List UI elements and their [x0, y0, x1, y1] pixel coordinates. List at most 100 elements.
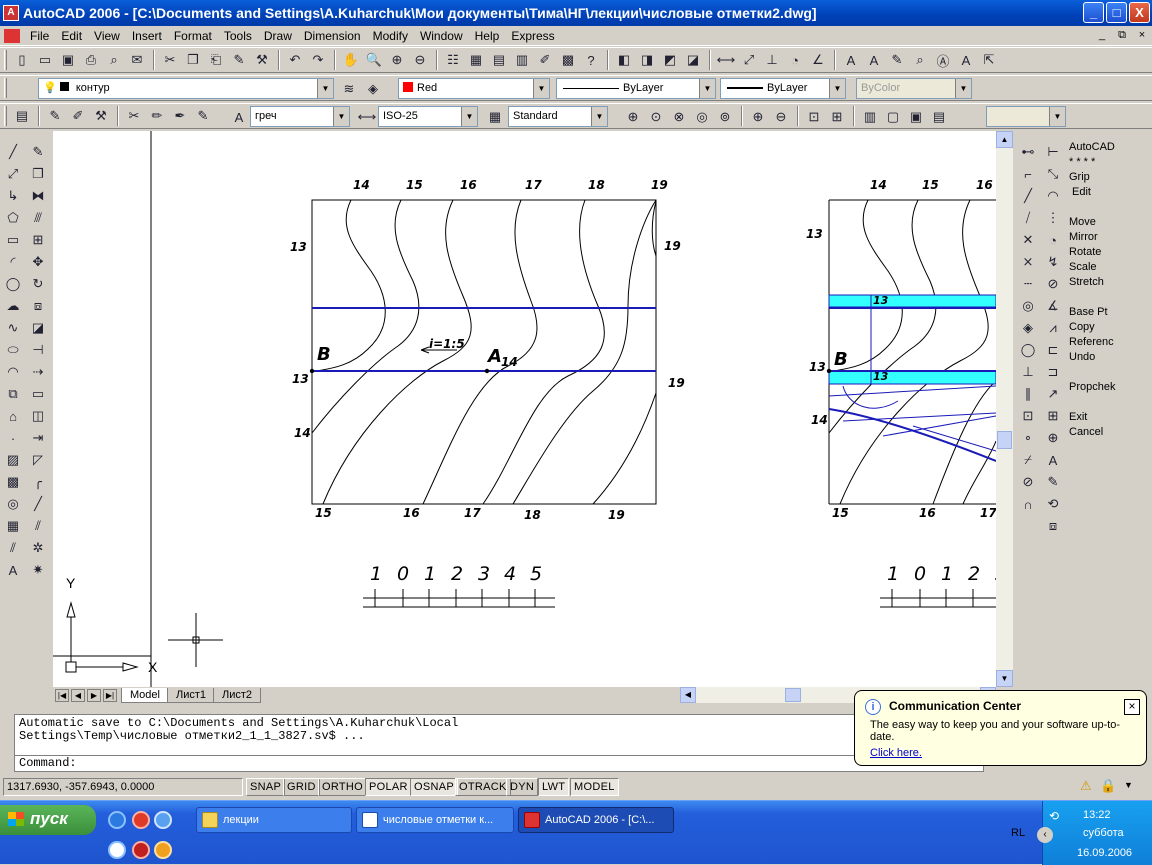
taskbar-item-autocad[interactable]: AutoCAD 2006 - [C:\...	[518, 807, 674, 833]
snap-from-icon[interactable]: ⌐	[1017, 163, 1039, 185]
dim-aligned-v-icon[interactable]: ⤡	[1042, 163, 1064, 185]
screen-menu-item[interactable]: AutoCAD	[1066, 140, 1152, 155]
dim-text-edit-icon[interactable]: ✎	[1042, 471, 1064, 493]
zoom-object-icon[interactable]: ⊚	[714, 106, 736, 128]
properties-icon[interactable]: ☷	[442, 49, 464, 71]
quick-leader-icon[interactable]: ↗	[1042, 383, 1064, 405]
chamfer-icon[interactable]: ◸	[27, 449, 49, 471]
network-icon[interactable]: ⟲	[1049, 809, 1059, 823]
dim-ordinate-v-icon[interactable]: ⋮	[1042, 207, 1064, 229]
menu-insert[interactable]: Insert	[126, 29, 168, 43]
snap-center-icon[interactable]: ◎	[1017, 295, 1039, 317]
screen-menu-item[interactable]: Mirror	[1066, 230, 1152, 245]
line2-icon[interactable]: ╱	[27, 493, 49, 515]
make-current-layer-icon[interactable]: ≋	[338, 78, 360, 100]
grid-toggle[interactable]: GRID	[283, 778, 320, 796]
rectangle-icon[interactable]: ▭	[2, 229, 24, 251]
mtext-draw-icon[interactable]: A	[2, 559, 24, 581]
screen-menu-item[interactable]: Undo	[1066, 350, 1152, 365]
join-icon[interactable]: ⇥	[27, 427, 49, 449]
menu-edit[interactable]: Edit	[55, 29, 88, 43]
tool-a-icon[interactable]: ✂	[123, 105, 145, 127]
dim-style-manager-icon[interactable]: ⟷	[356, 106, 378, 128]
tool-palettes-icon[interactable]: ▤	[488, 49, 510, 71]
preview-icon[interactable]: ⌕	[103, 49, 125, 71]
scale-icon[interactable]: ⧈	[27, 295, 49, 317]
text-icon[interactable]: A	[840, 49, 862, 71]
status-menu-chevron-icon[interactable]: ▼	[1124, 780, 1133, 790]
menu-file[interactable]: File	[24, 29, 55, 43]
save-icon[interactable]: ▣	[57, 49, 79, 71]
mtext-icon[interactable]: A	[863, 49, 885, 71]
text-style-dropdown[interactable]: греч ▼	[250, 106, 350, 127]
erase-icon[interactable]: ✎	[27, 141, 49, 163]
edit-text-icon[interactable]: ✎	[886, 49, 908, 71]
explode-icon[interactable]: ✲	[27, 537, 49, 559]
ellipse-arc-icon[interactable]: ◠	[2, 361, 24, 383]
array-icon[interactable]: ⊞	[27, 229, 49, 251]
zoom-window-icon[interactable]: ⊕	[386, 49, 408, 71]
mirror-icon[interactable]: ⧓	[27, 185, 49, 207]
screen-menu-item[interactable]: Scale	[1066, 260, 1152, 275]
undo-icon[interactable]: ↶	[284, 49, 306, 71]
balloon-link[interactable]: Click here.	[870, 747, 1136, 759]
zoom-all-icon[interactable]: ⊡	[803, 106, 825, 128]
copy-icon[interactable]: ❐	[182, 49, 204, 71]
screen-menu-item[interactable]: Base Pt	[1066, 305, 1152, 320]
last-tab-icon[interactable]: ▶|	[103, 688, 117, 702]
dim-radius-v-icon[interactable]: ◔	[1042, 229, 1064, 251]
doc-minimize-icon[interactable]: _	[1094, 28, 1110, 42]
center-mark-icon[interactable]: ⊕	[1042, 427, 1064, 449]
color-dropdown[interactable]: Red ▼	[398, 78, 550, 99]
start-button[interactable]: пуск	[0, 805, 96, 835]
tool-d-icon[interactable]: ✎	[192, 105, 214, 127]
edit-icon[interactable]: ✎	[44, 105, 66, 127]
scroll-up-icon[interactable]: ▲	[996, 131, 1013, 148]
zoom-previous-icon[interactable]: ⊖	[409, 49, 431, 71]
otrack-toggle[interactable]: OTRACK	[455, 778, 511, 796]
dim-diameter-icon[interactable]: ⊘	[1042, 273, 1064, 295]
balloon-close-button[interactable]: ×	[1124, 699, 1140, 715]
tab-layout2[interactable]: Лист2	[213, 687, 262, 703]
justify-text-icon[interactable]: ⇱	[978, 49, 1000, 71]
draw-icon[interactable]: ✐	[67, 105, 89, 127]
line-icon[interactable]: ╱	[2, 141, 24, 163]
dim-arc-icon[interactable]: ◠	[1042, 185, 1064, 207]
snap-toggle[interactable]: SNAP	[246, 778, 286, 796]
viewport-4-icon[interactable]: ▤	[928, 106, 950, 128]
hatch-icon[interactable]: ▨	[2, 449, 24, 471]
snap-insert-icon[interactable]: ⊡	[1017, 405, 1039, 427]
viewport-1-icon[interactable]: ▥	[859, 106, 881, 128]
screen-menu-item[interactable]: Move	[1066, 215, 1152, 230]
spline-icon[interactable]: ∿	[2, 317, 24, 339]
polygon-icon[interactable]: ⬠	[2, 207, 24, 229]
minimize-button[interactable]: _	[1083, 2, 1104, 23]
layer-previous-icon[interactable]: ◈	[362, 78, 384, 100]
design-center-icon[interactable]: ▦	[465, 49, 487, 71]
snap-endpoint-icon[interactable]: ╱	[1017, 185, 1039, 207]
tool-c-icon[interactable]: ✒	[169, 105, 191, 127]
paste-icon[interactable]: ⎗	[205, 49, 227, 71]
mline-icon[interactable]: ⫽	[2, 537, 24, 559]
table-style-dropdown[interactable]: Standard ▼	[508, 106, 608, 127]
layer-manager-icon[interactable]: ▤	[11, 105, 33, 127]
mline2-icon[interactable]: ⫽	[27, 515, 49, 537]
document-icon[interactable]	[4, 28, 20, 43]
dim-edit-icon[interactable]: A	[1042, 449, 1064, 471]
break-icon[interactable]: ◫	[27, 405, 49, 427]
quick-dim-icon[interactable]: ⩘	[1042, 317, 1064, 339]
zoom-out-icon[interactable]: ⊖	[770, 106, 792, 128]
player-icon[interactable]	[154, 841, 172, 859]
doc-close-icon[interactable]: ×	[1134, 28, 1150, 42]
paint-icon[interactable]: ✷	[27, 559, 49, 581]
snap-intersection-icon[interactable]: ✕	[1017, 229, 1039, 251]
zoom-realtime-icon[interactable]: 🔍	[363, 49, 385, 71]
redo-icon[interactable]: ↷	[307, 49, 329, 71]
drawing-canvas[interactable]: 14 15 16 17 18 19 15 16 17 18 19 13 13 1…	[53, 131, 1003, 687]
model-toggle[interactable]: MODEL	[570, 778, 619, 796]
scale-text-icon[interactable]: A	[955, 49, 977, 71]
polar-toggle[interactable]: POLAR	[365, 778, 412, 796]
dim-jogged-icon[interactable]: ↯	[1042, 251, 1064, 273]
vertical-scroll-thumb[interactable]	[997, 431, 1012, 449]
table-icon[interactable]: ▦	[2, 515, 24, 537]
